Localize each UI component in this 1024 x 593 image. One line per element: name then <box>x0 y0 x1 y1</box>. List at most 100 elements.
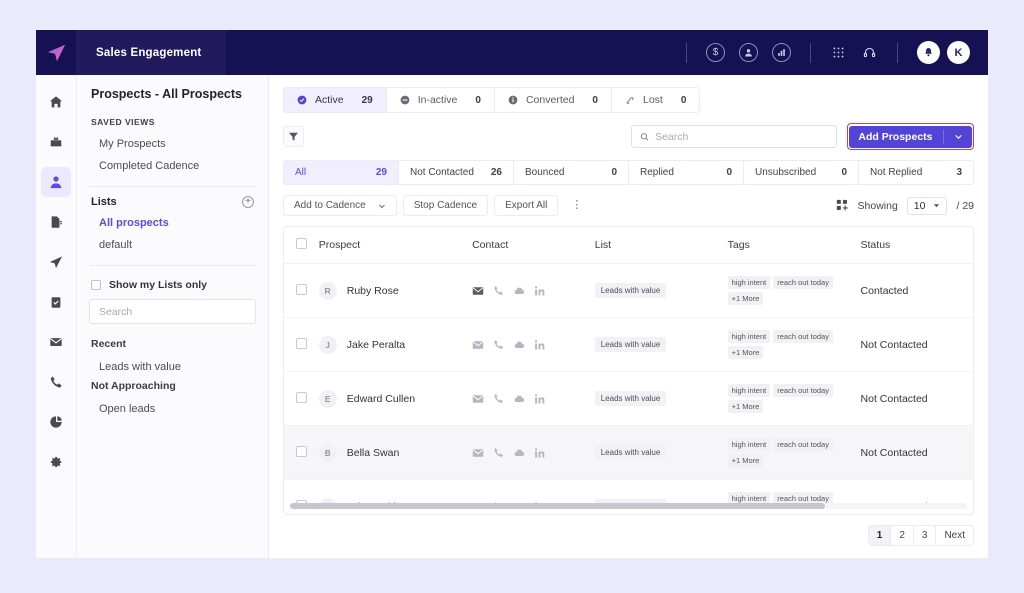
subtab-all[interactable]: All 29 <box>284 161 399 184</box>
rail-reports-icon[interactable] <box>41 407 71 437</box>
cloud-icon[interactable] <box>513 393 525 405</box>
headset-icon[interactable] <box>863 46 876 59</box>
page-next-button[interactable]: Next <box>936 526 973 545</box>
phone-icon[interactable] <box>493 339 504 350</box>
prospect-name[interactable]: Bella Swan <box>347 447 400 459</box>
column-header-list[interactable]: List <box>595 227 728 264</box>
table-row[interactable]: B Bella Swan <box>284 426 973 480</box>
email-icon[interactable] <box>472 447 484 459</box>
tag-more-chip[interactable]: +1 More <box>728 292 764 305</box>
stop-cadence-button[interactable]: Stop Cadence <box>403 195 488 216</box>
page-size-select[interactable]: 10 <box>907 197 948 215</box>
linkedin-icon[interactable] <box>534 393 546 405</box>
saved-view-completed-cadence[interactable]: Completed Cadence <box>77 155 268 177</box>
filter-button[interactable] <box>283 126 304 147</box>
tab-lost[interactable]: Lost 0 <box>612 88 699 112</box>
chevron-down-icon[interactable] <box>378 202 386 210</box>
column-header-tags[interactable]: Tags <box>728 227 861 264</box>
list-chip: Leads with value <box>595 337 667 352</box>
tab-active[interactable]: Active 29 <box>284 88 387 112</box>
search-box[interactable] <box>631 125 837 148</box>
table-row[interactable]: J Jake Peralta <box>284 318 973 372</box>
lists-search-input[interactable] <box>99 306 246 318</box>
person-circle-icon[interactable] <box>739 43 758 62</box>
row-checkbox[interactable] <box>296 392 307 403</box>
add-prospects-button[interactable]: Add Prospects <box>849 126 971 148</box>
show-my-lists-only-row[interactable]: Show my Lists only <box>77 275 268 299</box>
page-button-2[interactable]: 2 <box>891 526 914 545</box>
recent-item-leads-with-value[interactable]: Leads with value <box>77 356 268 378</box>
add-to-cadence-button[interactable]: Add to Cadence <box>283 195 397 216</box>
rail-cadence-icon[interactable] <box>41 247 71 277</box>
subtab-bounced[interactable]: Bounced 0 <box>514 161 629 184</box>
list-item-all-prospects[interactable]: All prospects <box>77 212 268 234</box>
lists-search-box[interactable] <box>89 299 256 324</box>
select-all-checkbox[interactable] <box>296 238 307 249</box>
column-header-status[interactable]: Status <box>861 227 973 264</box>
prospect-name[interactable]: Edward Cullen <box>347 393 415 405</box>
linkedin-icon[interactable] <box>534 339 546 351</box>
add-list-plus-circle-icon[interactable]: + <box>242 196 254 208</box>
rail-home-icon[interactable] <box>41 87 71 117</box>
user-avatar[interactable]: K <box>947 41 970 64</box>
tag-more-chip[interactable]: +1 More <box>728 400 764 413</box>
phone-icon[interactable] <box>493 447 504 458</box>
scrollbar-thumb[interactable] <box>290 503 825 509</box>
prospect-name[interactable]: Ruby Rose <box>347 285 399 297</box>
kebab-menu-icon[interactable]: ⋮ <box>564 197 589 214</box>
rail-tasks-icon[interactable] <box>41 287 71 317</box>
tag-more-chip[interactable]: +1 More <box>728 454 764 467</box>
body: Prospects - All Prospects SAVED VIEWS My… <box>36 75 988 558</box>
list-item-default[interactable]: default <box>77 234 268 256</box>
tab-inactive[interactable]: In-active 0 <box>387 88 495 112</box>
email-icon[interactable] <box>472 339 484 351</box>
row-checkbox[interactable] <box>296 284 307 295</box>
dollar-circle-icon[interactable]: $ <box>706 43 725 62</box>
brand-title[interactable]: Sales Engagement <box>76 30 226 75</box>
chevron-down-icon[interactable] <box>954 132 963 141</box>
tab-active-label: Active <box>315 94 344 106</box>
phone-icon[interactable] <box>493 285 504 296</box>
subtab-unsubscribed[interactable]: Unsubscribed 0 <box>744 161 859 184</box>
column-settings-icon[interactable] <box>836 199 849 212</box>
search-input[interactable] <box>655 131 828 143</box>
subtab-replied[interactable]: Replied 0 <box>629 161 744 184</box>
tab-converted[interactable]: Converted 0 <box>495 88 612 112</box>
chart-circle-icon[interactable] <box>772 43 791 62</box>
rail-prospects-icon[interactable] <box>41 167 71 197</box>
column-header-prospect[interactable]: Prospect <box>319 227 472 264</box>
cloud-icon[interactable] <box>513 447 525 459</box>
page-button-1[interactable]: 1 <box>869 526 892 545</box>
show-my-lists-checkbox[interactable] <box>91 280 101 290</box>
linkedin-icon[interactable] <box>534 447 546 459</box>
subtab-not-replied[interactable]: Not Replied 3 <box>859 161 973 184</box>
page-button-3[interactable]: 3 <box>914 526 937 545</box>
linkedin-icon[interactable] <box>534 285 546 297</box>
table-row[interactable]: E Edward Cullen <box>284 372 973 426</box>
rail-inbox-icon[interactable] <box>41 127 71 157</box>
rail-settings-icon[interactable] <box>41 447 71 477</box>
rail-email-icon[interactable] <box>41 327 71 357</box>
prospect-name[interactable]: Jake Peralta <box>347 339 405 351</box>
column-header-contact[interactable]: Contact <box>472 227 595 264</box>
horizontal-scrollbar[interactable] <box>290 503 967 509</box>
table-row[interactable]: J John Smith <box>284 480 973 504</box>
email-icon[interactable] <box>472 285 484 297</box>
cloud-icon[interactable] <box>513 285 525 297</box>
app-logo[interactable] <box>36 30 76 75</box>
not-approaching-item-open-leads[interactable]: Open leads <box>77 398 268 420</box>
bell-icon[interactable] <box>917 41 940 64</box>
row-checkbox[interactable] <box>296 446 307 457</box>
email-icon[interactable] <box>472 393 484 405</box>
cloud-icon[interactable] <box>513 339 525 351</box>
saved-view-my-prospects[interactable]: My Prospects <box>77 133 268 155</box>
rail-calls-icon[interactable] <box>41 367 71 397</box>
apps-grid-icon[interactable] <box>832 46 845 59</box>
subtab-not-contacted[interactable]: Not Contacted 26 <box>399 161 514 184</box>
tag-more-chip[interactable]: +1 More <box>728 346 764 359</box>
table-row[interactable]: R Ruby Rose <box>284 264 973 318</box>
phone-icon[interactable] <box>493 393 504 404</box>
rail-documents-icon[interactable] <box>41 207 71 237</box>
export-all-button[interactable]: Export All <box>494 195 558 216</box>
row-checkbox[interactable] <box>296 338 307 349</box>
